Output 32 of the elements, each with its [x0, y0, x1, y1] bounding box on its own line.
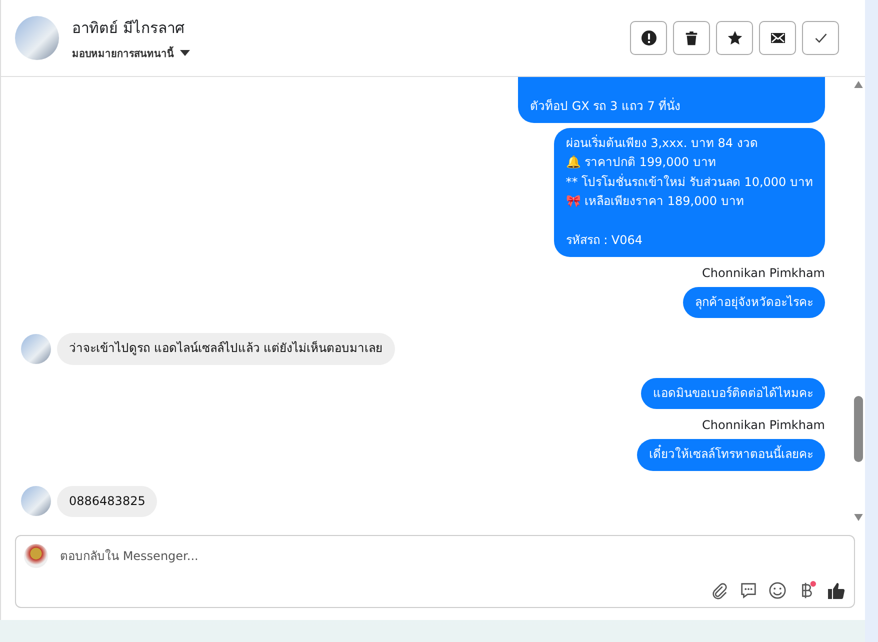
chat-bubble-icon[interactable]: [739, 581, 758, 601]
thumbs-up-icon[interactable]: [826, 581, 846, 601]
star-icon: [726, 30, 742, 46]
assign-dropdown[interactable]: มอบหมายการสนทนานี้: [72, 46, 190, 60]
message-bubble: แอดมินขอเบอร์ติดต่อได้ไหมคะ: [641, 378, 825, 409]
sender-name: Chonnikan Pimkham: [702, 266, 825, 280]
avatar: [24, 544, 48, 568]
delete-button[interactable]: [673, 21, 710, 55]
contact-name: อาทิตย์ มีไกรลาศ: [72, 18, 186, 38]
avatar: [21, 486, 51, 516]
message-bubble: 0886483825: [57, 486, 158, 517]
paperclip-icon[interactable]: [710, 581, 729, 601]
trash-icon: [684, 30, 699, 46]
message-bubble: เดี๋ยวให้เซลล์โทรหาตอนนี้เลยคะ: [637, 439, 825, 470]
caret-icon: [180, 50, 190, 56]
message-bubble: ผ่อนเริ่มต้นเพียง 3,xxx. บาท 84 งวด 🔔 ราคาปกติ 199,000 บาท ** โปรโมชั่นรถเข้าใหม่ รับส่วนลด 10,000 บาท 🎀 เหลือเพียงราคา 189,000 บาท รหัสรถ : V064: [554, 128, 825, 256]
mail-button[interactable]: [759, 21, 796, 55]
message-bubble: ว่าจะเข้าไปดูรถ แอดไลน์เซลล์ไปแล้ว แต่ยังไม่เห็นตอบมาเลย: [57, 333, 395, 364]
envelope-icon: [770, 30, 786, 46]
scroll-down-icon[interactable]: [854, 514, 862, 521]
alert-button[interactable]: [630, 21, 667, 55]
message-bubble: ตัวท็อป GX รถ 3 แถว 7 ที่นั่ง: [518, 77, 825, 122]
avatar: [15, 16, 59, 60]
exclamation-icon: [640, 30, 656, 46]
message-bubble: ลุกค้าอยุ่จังหวัดอะไรคะ: [683, 286, 825, 318]
avatar: [21, 334, 51, 364]
smiley-icon[interactable]: [768, 581, 787, 601]
sender-name: Chonnikan Pimkham: [702, 418, 825, 432]
scroll-up-icon[interactable]: [854, 81, 862, 88]
scrollbar-thumb[interactable]: [854, 396, 862, 462]
checkmark-icon: [814, 31, 828, 45]
star-button[interactable]: [716, 21, 753, 55]
